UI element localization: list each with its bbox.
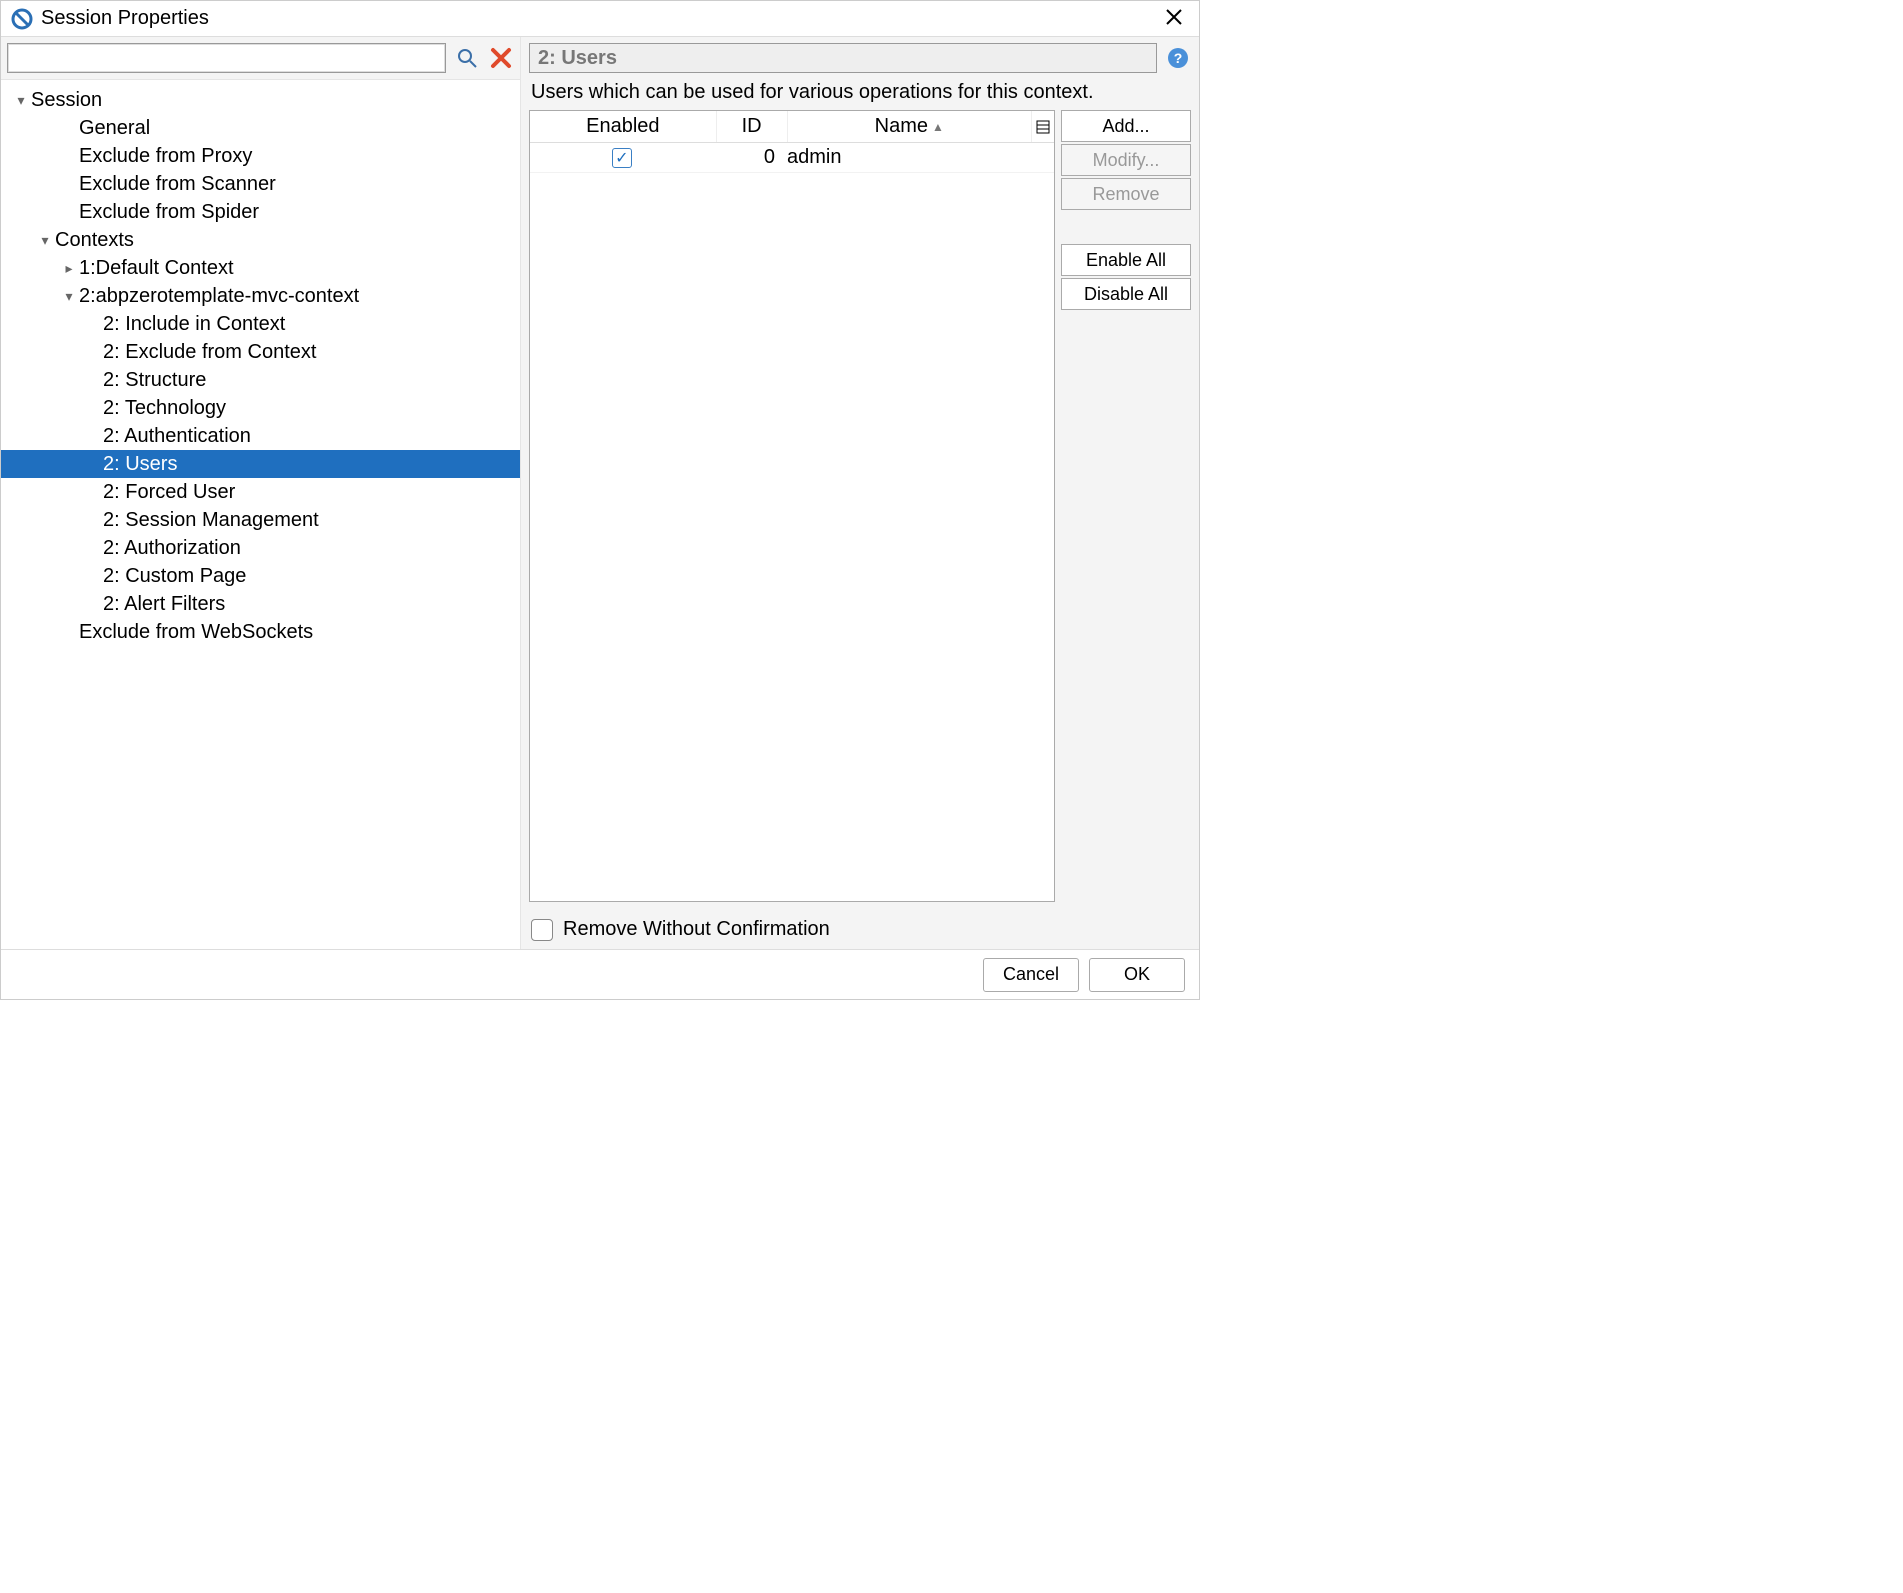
add-button[interactable]: Add... bbox=[1061, 110, 1191, 142]
tree-item-label: 2: Exclude from Context bbox=[103, 341, 316, 364]
tree-item-label: 2: Authentication bbox=[103, 425, 251, 448]
column-menu-icon[interactable] bbox=[1032, 120, 1054, 134]
tree-item[interactable]: Exclude from Spider bbox=[1, 198, 520, 226]
cancel-button[interactable]: Cancel bbox=[983, 958, 1079, 992]
chevron-down-icon[interactable]: ▾ bbox=[35, 232, 55, 249]
tree-item-label: 2: Users bbox=[103, 453, 177, 476]
table-body: ✓ 0admin bbox=[530, 143, 1054, 901]
tree-item[interactable]: 2: Authorization bbox=[1, 534, 520, 562]
chevron-down-icon[interactable]: ▾ bbox=[11, 92, 31, 109]
search-toolbar bbox=[1, 37, 520, 80]
tree-item[interactable]: ▸1:Default Context bbox=[1, 254, 520, 282]
tree-item[interactable]: 2: Technology bbox=[1, 394, 520, 422]
cell-name: admin bbox=[781, 146, 1032, 169]
tree-item-label: 2: Structure bbox=[103, 369, 206, 392]
navigation-tree: ▾SessionGeneralExclude from ProxyExclude… bbox=[1, 80, 520, 949]
remove-without-confirmation-label: Remove Without Confirmation bbox=[563, 918, 830, 941]
tree-item-label: General bbox=[79, 117, 150, 140]
tree-item-label: 2: Technology bbox=[103, 397, 226, 420]
tree-item[interactable]: Exclude from Scanner bbox=[1, 170, 520, 198]
ok-button[interactable]: OK bbox=[1089, 958, 1185, 992]
tree-item-label: 2: Authorization bbox=[103, 537, 241, 560]
table-header: Enabled ID Name ▲ bbox=[530, 111, 1054, 143]
search-icon[interactable] bbox=[454, 45, 480, 71]
search-input[interactable] bbox=[7, 43, 446, 73]
tree-item-label: Exclude from Spider bbox=[79, 201, 259, 224]
tree-item[interactable]: 2: Forced User bbox=[1, 478, 520, 506]
chevron-right-icon[interactable]: ▸ bbox=[59, 260, 79, 277]
tree-item-label: 2: Include in Context bbox=[103, 313, 285, 336]
column-enabled[interactable]: Enabled bbox=[530, 111, 717, 142]
disable-all-button[interactable]: Disable All bbox=[1061, 278, 1191, 310]
tree-item[interactable]: 2: Alert Filters bbox=[1, 590, 520, 618]
modify-button[interactable]: Modify... bbox=[1061, 144, 1191, 176]
tree-item[interactable]: 2: Authentication bbox=[1, 422, 520, 450]
tree-item[interactable]: 2: Structure bbox=[1, 366, 520, 394]
svg-text:?: ? bbox=[1174, 50, 1183, 66]
enable-all-button[interactable]: Enable All bbox=[1061, 244, 1191, 276]
tree-item-label: 2: Alert Filters bbox=[103, 593, 225, 616]
column-id[interactable]: ID bbox=[717, 111, 788, 142]
column-name-label: Name bbox=[875, 115, 928, 138]
tree-item[interactable]: Exclude from Proxy bbox=[1, 142, 520, 170]
detail-pane: 2: Users ? Users which can be used for v… bbox=[521, 37, 1199, 949]
remove-button[interactable]: Remove bbox=[1061, 178, 1191, 210]
tree-item[interactable]: 2: Session Management bbox=[1, 506, 520, 534]
tree-item[interactable]: ▾Contexts bbox=[1, 226, 520, 254]
tree-item-label: 2:abpzerotemplate-mvc-context bbox=[79, 285, 359, 308]
tree-item[interactable]: 2: Exclude from Context bbox=[1, 338, 520, 366]
tree-item[interactable]: 2: Users bbox=[1, 450, 520, 478]
dialog-footer: Cancel OK bbox=[1, 949, 1199, 999]
tree-item-label: Contexts bbox=[55, 229, 134, 252]
clear-icon[interactable] bbox=[488, 45, 514, 71]
session-properties-window: Session Properties bbox=[0, 0, 1200, 1000]
tree-item-label: Session bbox=[31, 89, 102, 112]
panel-description: Users which can be used for various oper… bbox=[521, 77, 1199, 110]
tree-item-label: 2: Session Management bbox=[103, 509, 319, 532]
chevron-down-icon[interactable]: ▾ bbox=[59, 288, 79, 305]
tree-item-label: 2: Custom Page bbox=[103, 565, 246, 588]
enabled-checkbox[interactable]: ✓ bbox=[612, 148, 632, 168]
cell-id: 0 bbox=[714, 146, 781, 169]
tree-item[interactable]: ▾2:abpzerotemplate-mvc-context bbox=[1, 282, 520, 310]
app-icon bbox=[11, 8, 33, 30]
tree-item[interactable]: 2: Include in Context bbox=[1, 310, 520, 338]
panel-title: 2: Users bbox=[529, 43, 1157, 73]
tree-item-label: Exclude from Scanner bbox=[79, 173, 276, 196]
tree-item-label: 1:Default Context bbox=[79, 257, 234, 280]
navigation-pane: ▾SessionGeneralExclude from ProxyExclude… bbox=[1, 37, 521, 949]
action-buttons: Add... Modify... Remove Enable All Disab… bbox=[1061, 110, 1191, 902]
table-row[interactable]: ✓ 0admin bbox=[530, 143, 1054, 173]
tree-item[interactable]: General bbox=[1, 114, 520, 142]
users-table: Enabled ID Name ▲ ✓0adm bbox=[529, 110, 1055, 902]
window-title: Session Properties bbox=[41, 7, 1159, 30]
tree-item-label: Exclude from WebSockets bbox=[79, 621, 313, 644]
tree-item[interactable]: 2: Custom Page bbox=[1, 562, 520, 590]
help-icon[interactable]: ? bbox=[1165, 45, 1191, 71]
remove-without-confirmation-checkbox[interactable] bbox=[531, 919, 553, 941]
tree-item[interactable]: ▾Session bbox=[1, 86, 520, 114]
tree-item-label: Exclude from Proxy bbox=[79, 145, 252, 168]
column-name[interactable]: Name ▲ bbox=[788, 111, 1033, 142]
tree-item[interactable]: Exclude from WebSockets bbox=[1, 618, 520, 646]
close-button[interactable] bbox=[1159, 8, 1189, 30]
tree-item-label: 2: Forced User bbox=[103, 481, 235, 504]
title-bar: Session Properties bbox=[1, 1, 1199, 37]
sort-ascending-icon: ▲ bbox=[932, 120, 944, 134]
remove-without-confirmation-row: Remove Without Confirmation bbox=[521, 910, 1199, 949]
